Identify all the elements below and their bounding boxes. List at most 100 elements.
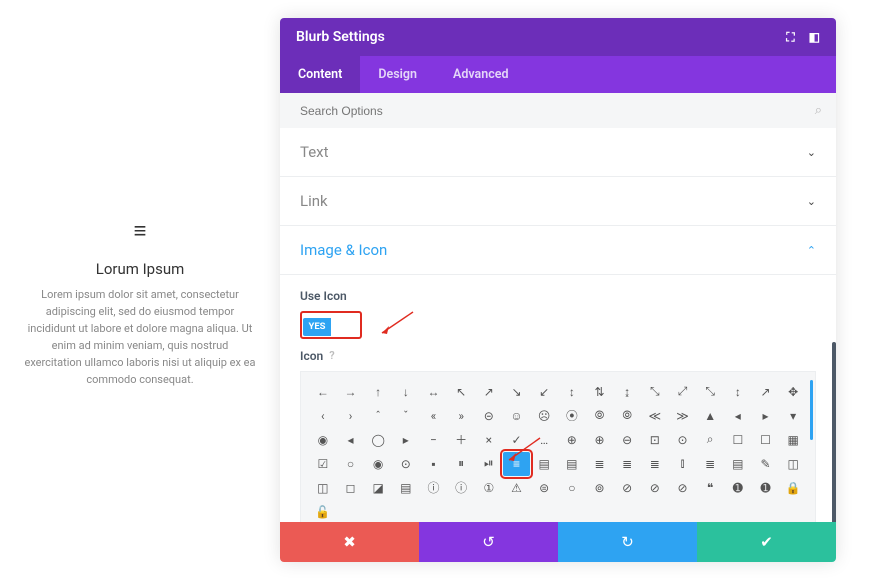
section-link[interactable]: Link ⌄	[280, 177, 836, 226]
icon-option[interactable]: ⚠	[503, 476, 531, 500]
icon-option[interactable]: ⤢	[669, 380, 697, 404]
icon-option[interactable]: ⏯	[475, 452, 503, 476]
icon-option[interactable]: ⓘ	[447, 476, 475, 500]
icon-option[interactable]: ☐	[752, 428, 780, 452]
icon-option[interactable]: ⫾	[669, 452, 697, 476]
modal-scrollbar[interactable]	[832, 342, 836, 522]
icon-option[interactable]: ↙	[530, 380, 558, 404]
icon-option[interactable]: ⌕	[696, 428, 724, 452]
search-icon[interactable]: ⌕	[815, 103, 822, 118]
icon-option[interactable]: ‹	[309, 404, 337, 428]
icon-option[interactable]: ☑	[309, 452, 337, 476]
icon-option[interactable]: ☺	[503, 404, 531, 428]
icon-option[interactable]: ✥	[779, 380, 807, 404]
icon-option[interactable]: ▪	[420, 452, 448, 476]
icon-option[interactable]: ⊕	[586, 428, 614, 452]
icon-option[interactable]: ☐	[724, 428, 752, 452]
icon-option[interactable]: ≡	[503, 452, 531, 476]
use-icon-toggle[interactable]: YES	[303, 318, 359, 336]
icon-option[interactable]: ⏸	[447, 452, 475, 476]
icon-option[interactable]: ⊝	[475, 404, 503, 428]
icon-option[interactable]: ⦾	[586, 404, 614, 428]
snap-icon[interactable]: ◧	[809, 30, 820, 45]
save-button[interactable]: ✔	[697, 522, 836, 562]
icon-option[interactable]: ⓘ	[420, 476, 448, 500]
icon-option[interactable]: ◫	[779, 452, 807, 476]
icon-option[interactable]: ▤	[558, 452, 586, 476]
icon-option[interactable]: ⊘	[641, 476, 669, 500]
cancel-button[interactable]: ✖	[280, 522, 419, 562]
icon-option[interactable]: ＋	[447, 428, 475, 452]
search-input[interactable]	[300, 104, 815, 118]
icon-option[interactable]: ①	[475, 476, 503, 500]
icon-option[interactable]: ◯	[364, 428, 392, 452]
icon-option[interactable]: ˇ	[392, 404, 420, 428]
icon-option[interactable]: ▤	[392, 476, 420, 500]
icon-option[interactable]: ⇅	[586, 380, 614, 404]
icon-option[interactable]: ◉	[364, 452, 392, 476]
icon-option[interactable]: ⊙	[392, 452, 420, 476]
icon-option[interactable]: ▾	[779, 404, 807, 428]
icon-option[interactable]: ▦	[779, 428, 807, 452]
icon-option[interactable]: ⊜	[530, 476, 558, 500]
icon-option[interactable]: ☹	[530, 404, 558, 428]
icon-option[interactable]: ○	[337, 452, 365, 476]
icon-option[interactable]: 🔒	[779, 476, 807, 500]
icon-option[interactable]: ↨	[613, 380, 641, 404]
icon-option[interactable]: ≣	[696, 452, 724, 476]
section-image-icon[interactable]: Image & Icon ⌃	[280, 226, 836, 275]
icon-option[interactable]: ≣	[613, 452, 641, 476]
icon-option[interactable]: ↗	[752, 380, 780, 404]
expand-icon[interactable]: ⛶	[786, 30, 794, 45]
icon-option[interactable]: ↑	[364, 380, 392, 404]
icon-option[interactable]: →	[337, 380, 365, 404]
redo-button[interactable]: ↻	[558, 522, 697, 562]
icon-option[interactable]: ▤	[724, 452, 752, 476]
icon-option[interactable]: ≣	[586, 452, 614, 476]
icon-option[interactable]: ⊚	[586, 476, 614, 500]
icon-option[interactable]: ↕	[558, 380, 586, 404]
icon-option[interactable]: ▲	[696, 404, 724, 428]
tab-advanced[interactable]: Advanced	[435, 56, 527, 93]
icon-option[interactable]: ✓	[503, 428, 531, 452]
icon-option[interactable]: 🔓	[309, 500, 337, 523]
help-icon[interactable]: ?	[329, 349, 334, 362]
icon-option[interactable]: ➊	[724, 476, 752, 500]
icon-option[interactable]: ▸	[752, 404, 780, 428]
icon-option[interactable]: ↕	[724, 380, 752, 404]
icon-option[interactable]: ▤	[530, 452, 558, 476]
icon-option[interactable]: ↖	[447, 380, 475, 404]
icon-option[interactable]: ≫	[669, 404, 697, 428]
icon-option[interactable]: ◻	[337, 476, 365, 500]
icon-option[interactable]: ◉	[309, 428, 337, 452]
icon-option[interactable]: ○	[558, 476, 586, 500]
icon-option[interactable]: ❝	[696, 476, 724, 500]
icon-option[interactable]: ˆ	[364, 404, 392, 428]
icon-option[interactable]: ◫	[309, 476, 337, 500]
icon-option[interactable]: ↗	[475, 380, 503, 404]
icon-option[interactable]: ›	[337, 404, 365, 428]
icon-option[interactable]: ↓	[392, 380, 420, 404]
tab-design[interactable]: Design	[360, 56, 435, 93]
icon-option[interactable]: −	[420, 428, 448, 452]
icon-option[interactable]: …	[530, 428, 558, 452]
icon-option[interactable]: ←	[309, 380, 337, 404]
icon-option[interactable]: ▸	[392, 428, 420, 452]
icon-option[interactable]: ⊘	[669, 476, 697, 500]
icon-option[interactable]: ◂	[337, 428, 365, 452]
icon-option[interactable]: ✎	[752, 452, 780, 476]
icon-option[interactable]: ×	[475, 428, 503, 452]
icon-option[interactable]: ⊖	[613, 428, 641, 452]
icon-option[interactable]: ◪	[364, 476, 392, 500]
icon-option[interactable]: ⊡	[641, 428, 669, 452]
tab-content[interactable]: Content	[280, 56, 360, 93]
icon-option[interactable]: ↘	[503, 380, 531, 404]
icon-option[interactable]: ⊙	[669, 428, 697, 452]
icon-picker-scrollbar[interactable]	[810, 380, 813, 440]
icon-option[interactable]: «	[420, 404, 448, 428]
section-text[interactable]: Text ⌄	[280, 128, 836, 177]
icon-option[interactable]: ⤡	[641, 380, 669, 404]
icon-option[interactable]: ↔	[420, 380, 448, 404]
icon-option[interactable]: ≣	[641, 452, 669, 476]
icon-option[interactable]: ⊕	[558, 428, 586, 452]
